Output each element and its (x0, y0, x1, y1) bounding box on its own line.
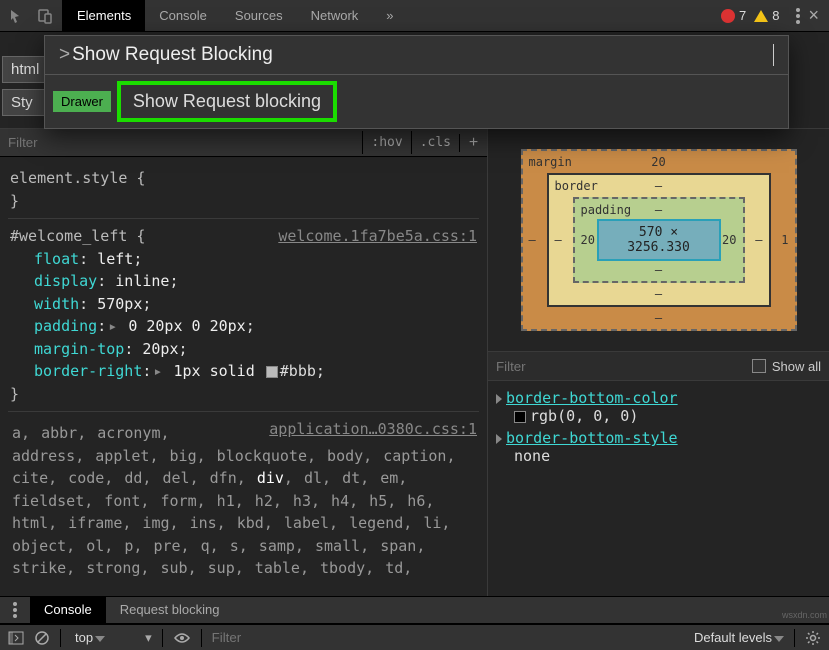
context-selector[interactable]: top (71, 630, 105, 645)
device-toggle-icon[interactable] (34, 5, 56, 27)
error-count[interactable]: 7 (721, 8, 746, 23)
breadcrumb-html[interactable]: html (2, 56, 48, 83)
devtools-toolbar: Elements Console Sources Network » 7 8 × (0, 0, 829, 32)
text-cursor (773, 44, 774, 66)
hov-toggle[interactable]: :hov (362, 131, 410, 154)
show-all-label: Show all (772, 359, 821, 374)
gear-icon[interactable] (805, 630, 821, 646)
new-style-rule-icon[interactable]: + (459, 134, 487, 152)
inspect-icon[interactable] (6, 5, 28, 27)
result-category-badge: Drawer (53, 91, 111, 112)
tab-sources[interactable]: Sources (221, 0, 297, 31)
attribution: wsxdn.com (782, 610, 827, 620)
styles-tab-partial[interactable]: Sty (2, 89, 48, 116)
tab-elements[interactable]: Elements (63, 0, 145, 31)
box-model[interactable]: margin 20 1 – – border – – – – padding –… (488, 129, 829, 351)
show-all-checkbox[interactable] (752, 359, 766, 373)
source-link[interactable]: welcome.1fa7be5a.css:1 (278, 225, 477, 248)
styles-filter-input[interactable] (0, 131, 362, 154)
element-style-section[interactable]: element.style { } (8, 161, 479, 219)
computed-pane: margin 20 1 – – border – – – – padding –… (488, 129, 829, 602)
console-toolbar: top ▾ Default levels (0, 624, 829, 650)
ua-selector-list: a, abbr, acronym, address, applet, big, … (10, 418, 477, 584)
console-sidebar-toggle-icon[interactable] (8, 631, 24, 645)
expand-icon[interactable] (496, 434, 502, 444)
padding-label: padding (581, 203, 632, 217)
drawer-tabstrip: Console Request blocking (0, 596, 829, 624)
clear-console-icon[interactable] (34, 630, 50, 646)
styles-pane: :hov .cls + element.style { } welcome.1f… (0, 129, 488, 602)
drawer-tab-request-blocking[interactable]: Request blocking (106, 597, 234, 623)
error-count-text: 7 (739, 8, 746, 23)
tab-network[interactable]: Network (297, 0, 373, 31)
color-swatch-icon[interactable] (266, 366, 278, 378)
command-result-item[interactable]: Show Request blocking (117, 81, 337, 122)
tab-console[interactable]: Console (145, 0, 221, 31)
color-swatch-icon (514, 411, 526, 423)
live-expression-icon[interactable] (173, 632, 191, 644)
content-box: 570 × 3256.330 (597, 219, 721, 261)
border-label: border (555, 179, 598, 193)
cls-toggle[interactable]: .cls (411, 131, 459, 154)
computed-property-row[interactable]: border-bottom-style none (496, 427, 821, 467)
log-levels-selector[interactable]: Default levels (690, 630, 784, 645)
drawer-menu-icon[interactable] (0, 597, 30, 623)
kebab-menu-icon[interactable] (796, 8, 800, 24)
style-rule-section[interactable]: welcome.1fa7be5a.css:1 #welcome_left { f… (8, 219, 479, 412)
margin-label: margin (529, 155, 572, 169)
drawer-tab-console[interactable]: Console (30, 597, 106, 623)
warning-count-text: 8 (772, 8, 779, 23)
source-link[interactable]: application…0380c.css:1 (269, 418, 477, 441)
console-filter-input[interactable] (212, 630, 680, 645)
expand-icon[interactable] (496, 394, 502, 404)
computed-filter-input[interactable] (496, 359, 752, 374)
warning-count[interactable]: 8 (754, 8, 779, 23)
command-prompt-icon: > (59, 44, 70, 66)
tab-overflow[interactable]: » (372, 0, 407, 31)
chevron-down-icon[interactable]: ▾ (145, 630, 152, 646)
command-input[interactable] (72, 44, 773, 66)
computed-property-row[interactable]: border-bottom-color rgb(0, 0, 0) (496, 387, 821, 427)
command-menu: > Drawer Show Request blocking (44, 35, 789, 129)
close-icon[interactable]: × (808, 5, 819, 26)
